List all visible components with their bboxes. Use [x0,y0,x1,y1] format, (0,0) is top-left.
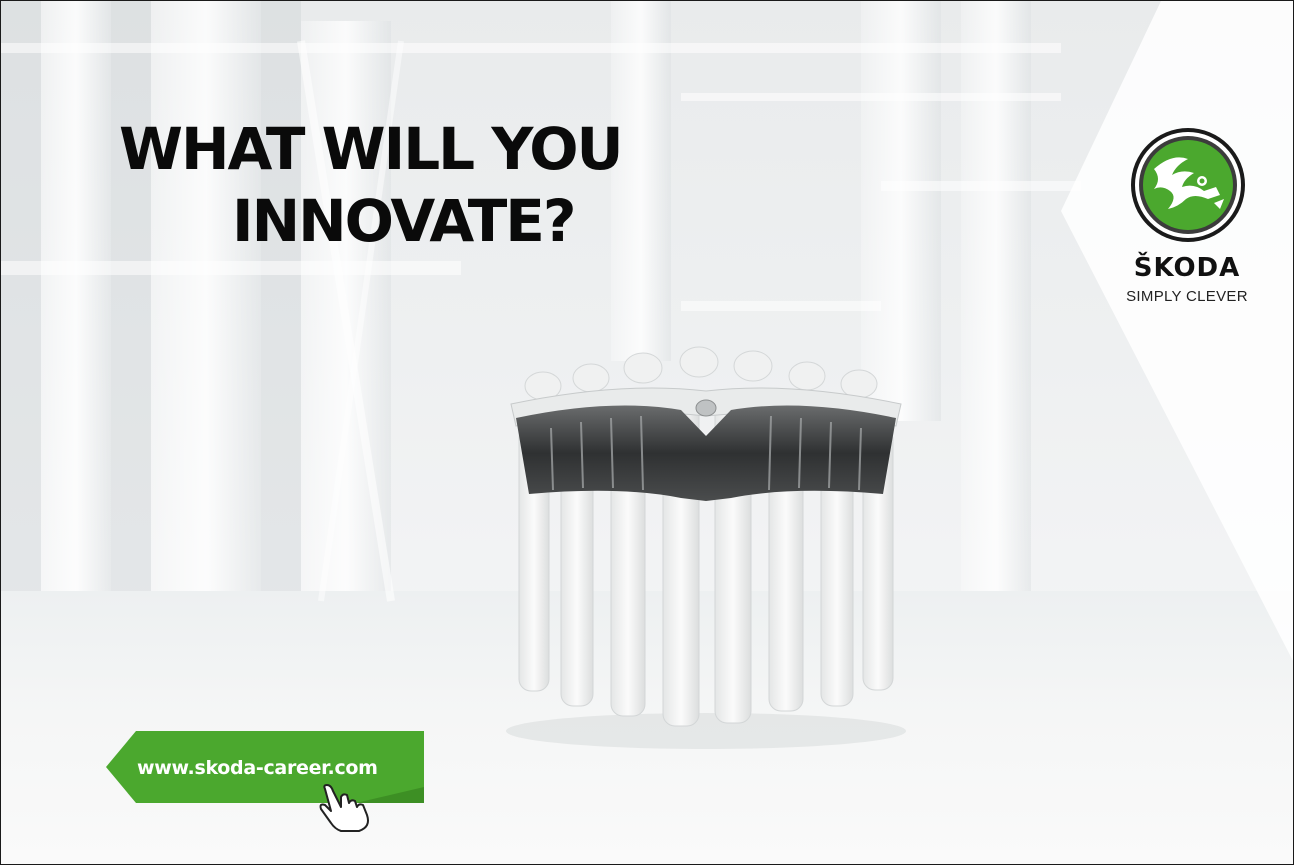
advertisement-banner: WHAT WILL YOU INNOVATE? ŠKODA SIMPLY CLE… [0,0,1294,865]
brand-name: ŠKODA [1133,253,1241,283]
hand-pointer-icon [319,784,369,832]
headline-line-1: WHAT WILL YOU [119,115,624,183]
brand-tagline: SIMPLY CLEVER [1126,288,1248,305]
career-link[interactable]: www.skoda-career.com [137,757,407,779]
grille-sculpture-image [506,346,906,749]
headline-line-2: INNOVATE? [232,187,577,255]
headline: WHAT WILL YOU INNOVATE? [119,113,679,257]
skoda-logo-icon [1131,128,1245,242]
